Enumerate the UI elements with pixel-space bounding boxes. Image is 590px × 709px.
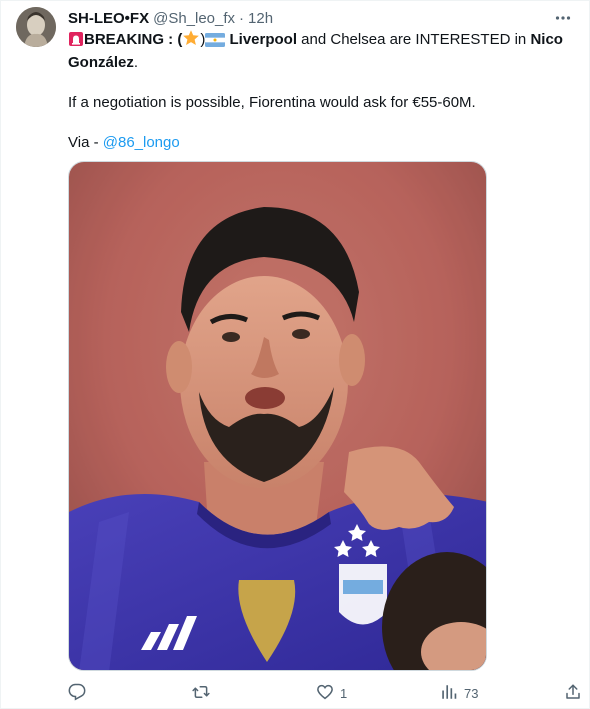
reply-icon <box>68 683 86 704</box>
views-button[interactable]: 73 <box>440 681 478 705</box>
reply-button[interactable] <box>68 681 92 705</box>
author-name[interactable]: SH-LEO•FX <box>68 10 149 27</box>
breaking-label: BREAKING : ( <box>84 31 183 48</box>
star-emoji <box>182 29 200 53</box>
tweet-time[interactable]: 12h <box>248 10 273 27</box>
club-liverpool: Liverpool <box>229 31 298 48</box>
tweet-card[interactable]: SH-LEO•FX @Sh_leo_fx · 12h BREAKING : ( <box>0 0 590 709</box>
share-icon <box>564 683 582 704</box>
argentina-flag-emoji <box>205 33 226 53</box>
more-dots-icon[interactable] <box>553 8 573 28</box>
via-link[interactable]: @86_longo <box>103 134 180 151</box>
tweet-actions: 1 73 <box>68 681 584 705</box>
tweet-text: BREAKING : ( ) Liverpool and Chelsea are… <box>68 29 568 153</box>
retweet-button[interactable] <box>192 681 216 705</box>
author-handle[interactable]: @Sh_leo_fx <box>153 10 235 27</box>
tweet-media-image[interactable] <box>68 161 487 671</box>
views-chart-icon <box>440 683 458 704</box>
sentence-end: . <box>133 54 139 71</box>
police-car-light-emoji <box>68 31 84 53</box>
player-photo <box>69 162 486 670</box>
heart-icon <box>316 683 334 704</box>
separator-dot: · <box>239 9 245 27</box>
like-button[interactable]: 1 <box>316 681 347 705</box>
views-count: 73 <box>464 685 479 701</box>
tweet-line-2: If a negotiation is possible, Fiorentina… <box>68 94 476 111</box>
tweet-line-3: Via - @86_longo <box>68 133 568 153</box>
tweet-line-1: BREAKING : ( ) Liverpool and Chelsea are… <box>68 29 568 73</box>
retweet-icon <box>192 683 210 704</box>
tweet-header: SH-LEO•FX @Sh_leo_fx · 12h <box>68 8 573 28</box>
via-label: Via - <box>68 134 103 151</box>
connector-text: and Chelsea are INTERESTED in <box>297 31 531 48</box>
share-button[interactable] <box>564 681 582 705</box>
like-count: 1 <box>340 685 348 701</box>
avatar[interactable] <box>16 7 56 47</box>
